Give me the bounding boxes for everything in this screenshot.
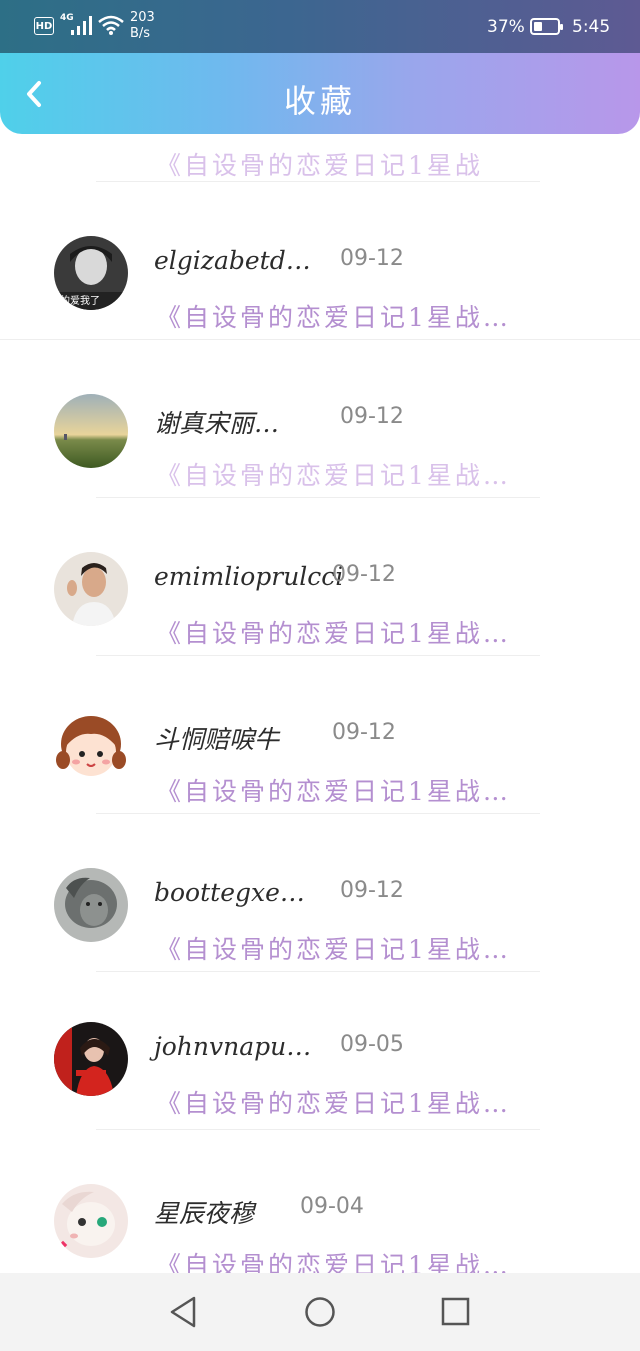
list-item-date: 09-04 bbox=[300, 1194, 364, 1219]
battery-percent: 37% bbox=[487, 17, 525, 37]
avatar[interactable] bbox=[54, 552, 128, 626]
list-item[interactable]: johnvnapu… 09-05 《自设骨的恋爱日记1星战… bbox=[0, 972, 640, 1130]
list-item[interactable]: emimlioprulcci 09-12 《自设骨的恋爱日记1星战… bbox=[0, 498, 640, 656]
svg-text:的爱我了: 的爱我了 bbox=[60, 294, 100, 307]
list-item-desc: 《自设骨的恋爱日记1星战… bbox=[156, 461, 511, 490]
status-bar: HD 4G 203 B/s 37% 5:45 bbox=[0, 0, 640, 53]
circle-home-icon[interactable] bbox=[304, 1295, 336, 1329]
list-item-date: 09-12 bbox=[340, 246, 404, 271]
list-item-name: 星辰夜穆 bbox=[154, 1199, 255, 1228]
avatar[interactable] bbox=[54, 868, 128, 942]
list-item-name: 谢真宋丽… bbox=[154, 409, 280, 438]
system-nav-bar bbox=[0, 1273, 640, 1351]
signal-icon bbox=[71, 16, 92, 35]
list-item-date: 09-05 bbox=[340, 1032, 404, 1057]
avatar[interactable] bbox=[54, 1184, 128, 1258]
triangle-back-icon[interactable] bbox=[168, 1295, 198, 1329]
list-item-name: boottegxe… bbox=[154, 878, 305, 907]
avatar[interactable] bbox=[54, 394, 128, 468]
list-item-date: 09-12 bbox=[340, 878, 404, 903]
list-item[interactable]: 星辰夜穆 09-04 《自设骨的恋爱日记1星战… bbox=[0, 1130, 640, 1273]
favorites-list[interactable]: 《自设骨的恋爱日记1星战 的爱我了 elgizabetd… 09-12 《自设骨… bbox=[0, 110, 640, 1273]
list-item-name: emimlioprulcci bbox=[154, 562, 344, 591]
list-item[interactable]: 的爱我了 elgizabetd… 09-12 《自设骨的恋爱日记1星战… bbox=[0, 182, 640, 340]
list-item-desc: 《自设骨的恋爱日记1星战… bbox=[156, 935, 511, 964]
list-item[interactable]: 斗恫赔唳牛 09-12 《自设骨的恋爱日记1星战… bbox=[0, 656, 640, 814]
list-item-date: 09-12 bbox=[340, 404, 404, 429]
list-item-desc: 《自设骨的恋爱日记1星战… bbox=[156, 777, 511, 806]
list-item-name: elgizabetd… bbox=[154, 246, 311, 275]
list-item-date: 09-12 bbox=[332, 720, 396, 745]
avatar[interactable]: 的爱我了 bbox=[54, 236, 128, 310]
page-title: 收藏 bbox=[283, 82, 356, 120]
avatar[interactable] bbox=[54, 710, 128, 784]
list-item[interactable]: boottegxe… 09-12 《自设骨的恋爱日记1星战… bbox=[0, 814, 640, 972]
list-item-desc: 《自设骨的恋爱日记1星战 bbox=[156, 151, 483, 180]
list-item-name: johnvnapu… bbox=[154, 1032, 312, 1061]
list-item-desc: 《自设骨的恋爱日记1星战… bbox=[156, 1089, 511, 1118]
list-item-name: 斗恫赔唳牛 bbox=[154, 725, 280, 754]
avatar[interactable] bbox=[54, 1022, 128, 1096]
list-item[interactable]: 谢真宋丽… 09-12 《自设骨的恋爱日记1星战… bbox=[0, 340, 640, 498]
square-recents-icon[interactable] bbox=[440, 1295, 472, 1329]
battery-icon bbox=[530, 18, 563, 35]
hd-icon: HD bbox=[34, 17, 54, 35]
list-item-date: 09-12 bbox=[332, 562, 396, 587]
list-item-desc: 《自设骨的恋爱日记1星战… bbox=[156, 303, 511, 332]
list-item-desc: 《自设骨的恋爱日记1星战… bbox=[156, 1251, 511, 1273]
clock: 5:45 bbox=[572, 17, 611, 37]
app-header: HD 4G 203 B/s 37% 5:45 收藏 bbox=[0, 0, 640, 134]
wifi-icon bbox=[98, 15, 124, 35]
network-speed: 203 B/s bbox=[130, 10, 155, 41]
list-item-desc: 《自设骨的恋爱日记1星战… bbox=[156, 619, 511, 648]
